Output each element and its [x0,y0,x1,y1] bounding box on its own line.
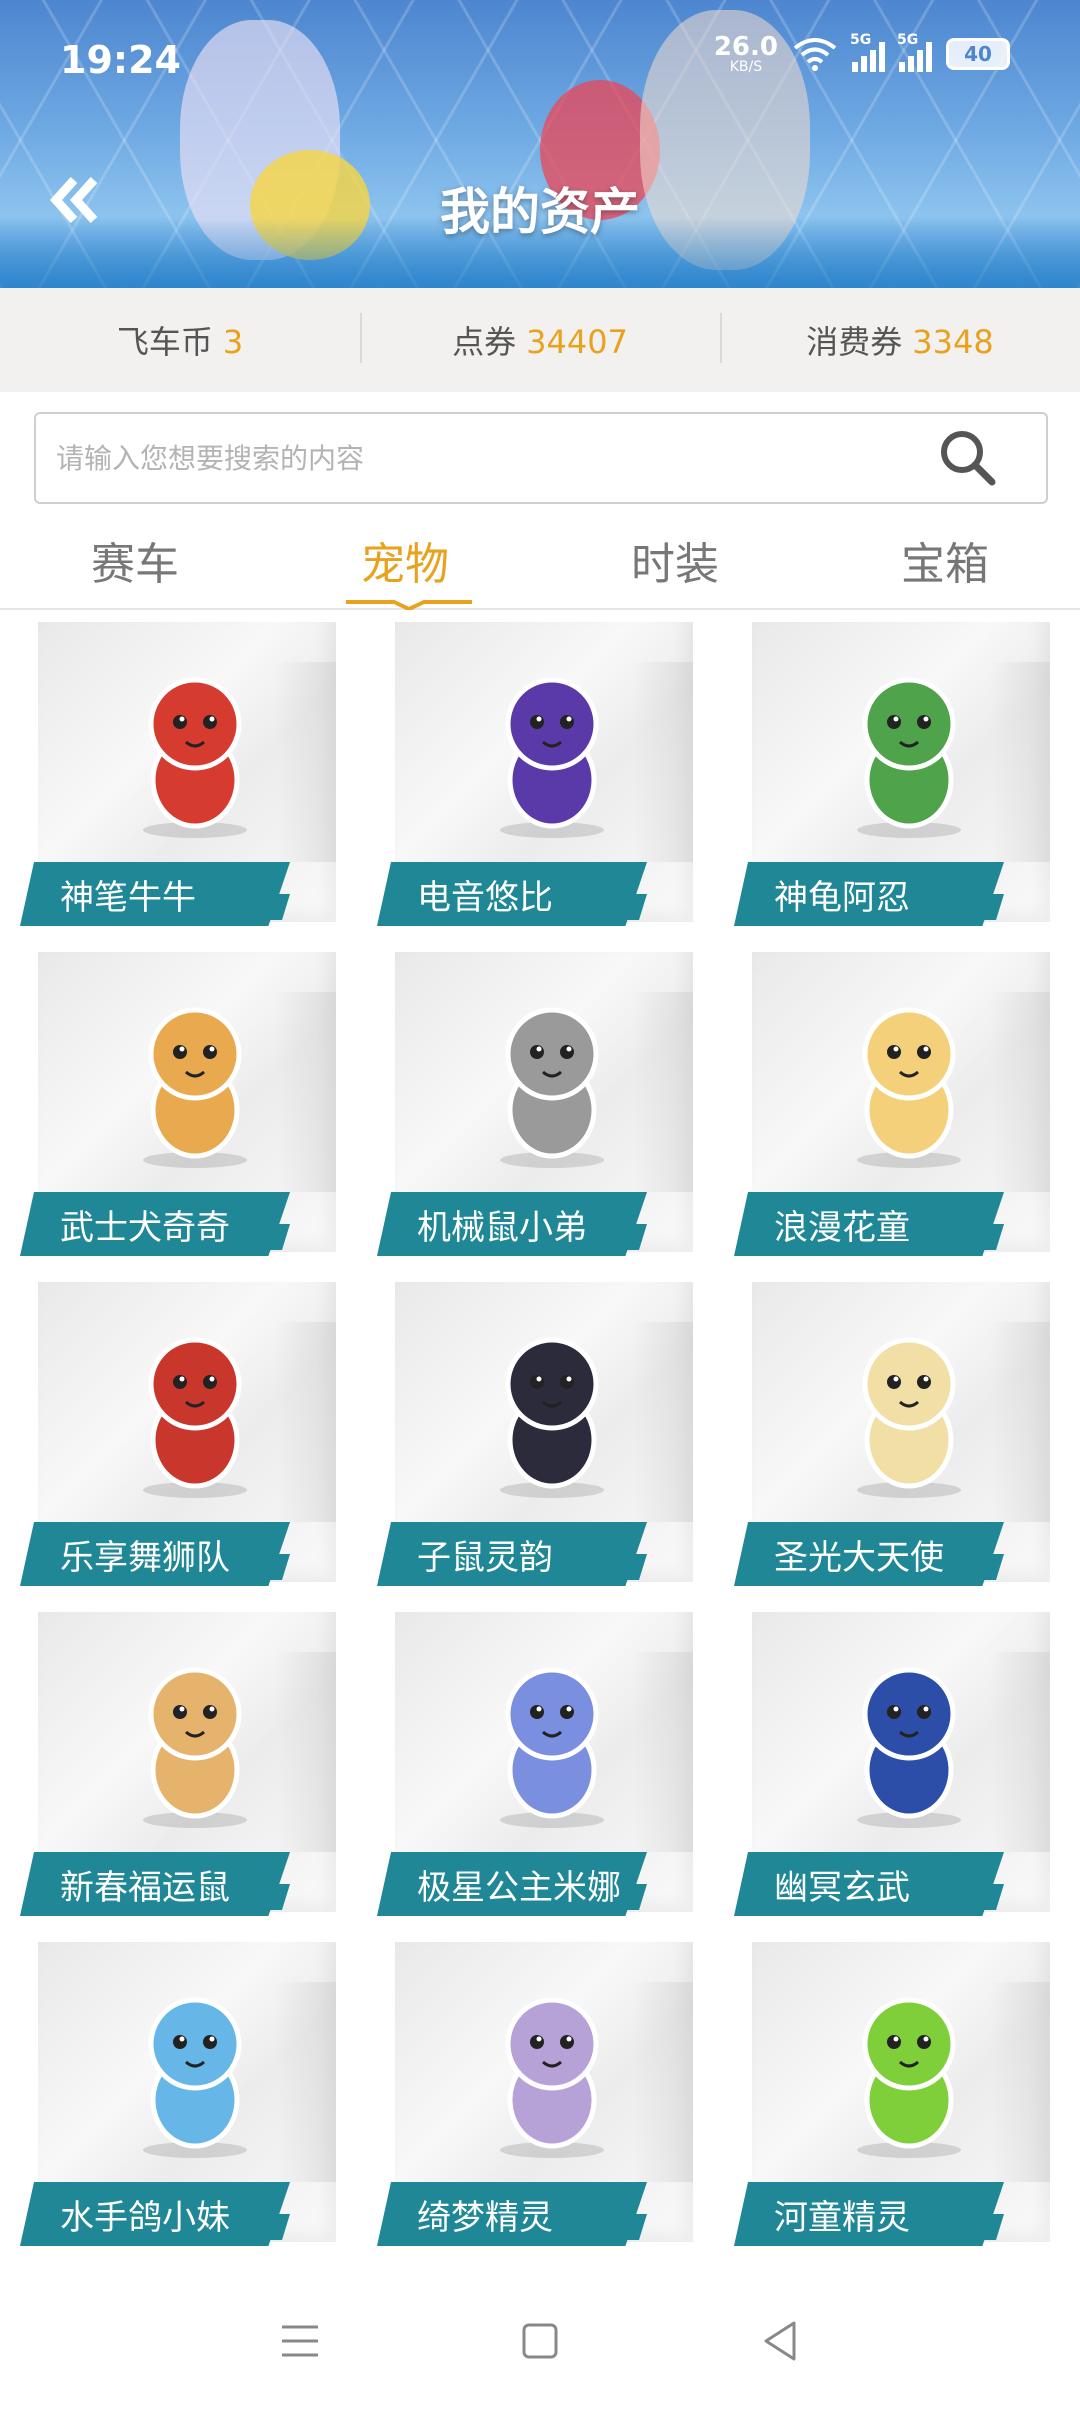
net-speed: 26.0 KB/S [714,34,778,74]
pet-card[interactable]: 子鼠灵韵 [377,1282,707,1612]
pet-figure-icon [143,1007,247,1168]
pet-name: 浪漫花童 [734,1192,1004,1256]
pet-figure-icon [143,1997,247,2158]
pet-name: 机械鼠小弟 [377,1192,647,1256]
net-speed-value: 26.0 [713,32,778,62]
pet-name: 幽冥玄武 [734,1852,1004,1916]
pet-figure-icon [857,1337,961,1498]
menu-icon[interactable] [270,2311,330,2371]
pet-figure-icon [500,1337,604,1498]
page-title: 我的资产 [440,183,640,241]
pet-card[interactable]: 水手鸽小妹 [20,1942,350,2272]
pet-name: 神龟阿忍 [734,862,1004,926]
pet-name: 乐享舞狮队 [20,1522,290,1586]
pet-name: 圣光大天使 [734,1522,1004,1586]
home-square-icon[interactable] [510,2311,570,2371]
battery-icon: 40 [946,38,1010,70]
pet-figure-icon [500,677,604,838]
pet-name: 武士犬奇奇 [20,1192,290,1256]
back-triangle-icon[interactable] [750,2311,810,2371]
pet-name: 新春福运鼠 [20,1852,290,1916]
pet-card[interactable]: 神龟阿忍 [734,622,1064,952]
pet-figure-icon [857,1007,961,1168]
search-icon[interactable] [936,426,1000,490]
pet-card[interactable]: 浪漫花童 [734,952,1064,1282]
pet-name: 极星公主米娜 [377,1852,647,1916]
pet-name: 河童精灵 [734,2182,1004,2246]
signal-icon-2: 5G [897,32,932,72]
battery-level: 40 [964,42,992,66]
search-box [34,412,1048,504]
wifi-icon [793,38,837,71]
pet-name: 神笔牛牛 [20,862,290,926]
pet-card[interactable]: 极星公主米娜 [377,1612,707,1942]
currency-label: 点券 [452,323,517,361]
signal-icon-1: 5G [850,32,885,72]
pet-figure-icon [143,677,247,838]
pet-card[interactable]: 乐享舞狮队 [20,1282,350,1612]
category-tabs: 赛车 宠物 时装 宝箱 [0,516,1080,610]
pet-card[interactable]: 神笔牛牛 [20,622,350,952]
tab-active-indicator [346,600,472,610]
currency-dianquan: 点券 34407 [360,313,720,363]
pet-card[interactable]: 河童精灵 [734,1942,1064,2272]
pet-figure-icon [857,1667,961,1828]
header-banner: 19:24 26.0 KB/S 5G 5G 40 我的资产 [0,0,1080,288]
currency-label: 飞车币 [116,323,213,361]
tab-racing-car[interactable]: 赛车 [0,516,270,608]
pet-name: 电音悠比 [377,862,647,926]
currency-feichebi: 飞车币 3 [0,317,360,363]
pet-card[interactable]: 绮梦精灵 [377,1942,707,2272]
pet-card[interactable]: 机械鼠小弟 [377,952,707,1282]
pet-figure-icon [500,1667,604,1828]
pet-figure-icon [143,1337,247,1498]
pet-card[interactable]: 新春福运鼠 [20,1612,350,1942]
tab-pets[interactable]: 宠物 [270,516,540,608]
system-nav-bar [0,2268,1080,2414]
pet-figure-icon [857,677,961,838]
pet-name: 子鼠灵韵 [377,1522,647,1586]
search-input[interactable] [56,441,936,475]
currency-value: 3 [222,323,244,361]
status-time: 19:24 [60,38,181,82]
currency-xiaofeiquan: 消费券 3348 [720,313,1080,363]
pet-grid: 神笔牛牛 电音悠比 神龟阿忍武士犬奇奇 机械鼠小弟 浪漫花童乐享舞狮队 子鼠灵韵 圣光大天使… [20,622,1060,2272]
pet-name: 水手鸽小妹 [20,2182,290,2246]
currency-value: 3348 [912,323,994,361]
currency-value: 34407 [526,323,628,361]
pet-card[interactable]: 电音悠比 [377,622,707,952]
pet-name: 绮梦精灵 [377,2182,647,2246]
net-speed-unit: KB/S [729,59,763,75]
tab-fashion[interactable]: 时装 [540,516,810,608]
pet-figure-icon [500,1997,604,2158]
pet-figure-icon [500,1007,604,1168]
tab-treasure-box[interactable]: 宝箱 [810,516,1080,608]
pet-card[interactable]: 圣光大天使 [734,1282,1064,1612]
currency-label: 消费券 [806,323,903,361]
pet-figure-icon [857,1997,961,2158]
pet-card[interactable]: 武士犬奇奇 [20,952,350,1282]
pet-card[interactable]: 幽冥玄武 [734,1612,1064,1942]
pet-figure-icon [143,1667,247,1828]
status-icons: 26.0 KB/S 5G 5G 40 [714,32,1010,74]
currency-bar: 飞车币 3 点券 34407 消费券 3348 [0,288,1080,392]
